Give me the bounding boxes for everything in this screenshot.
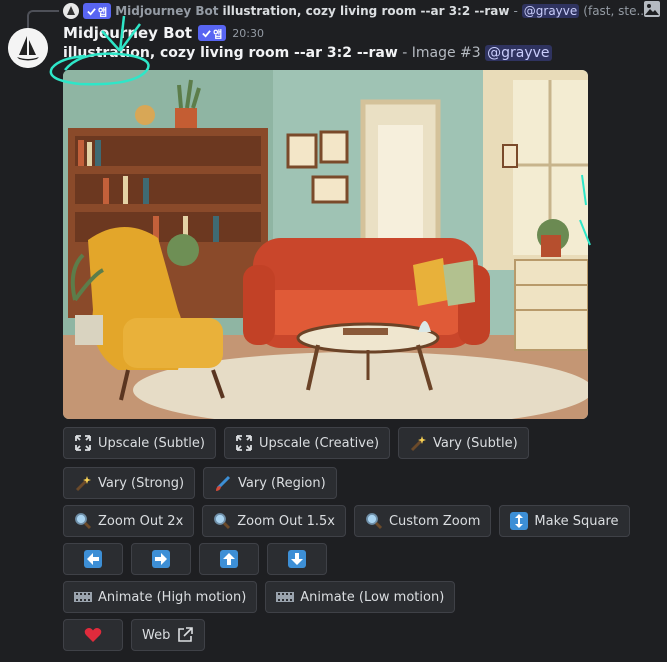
make-square-button[interactable]: Make Square [499, 505, 630, 537]
annotation-marks [579, 174, 591, 246]
message-content: illustration, cozy living room --ar 3:2 … [63, 45, 552, 61]
custom-zoom-button[interactable]: Custom Zoom [353, 505, 492, 537]
app-badge: 앱 [198, 25, 227, 41]
sailboat-logo-icon [8, 28, 48, 68]
reply-mention[interactable]: @grayve [521, 4, 580, 18]
animate-low-motion-button[interactable]: Animate (Low motion) [265, 581, 456, 613]
magic-wand-icon [410, 436, 427, 452]
reply-avatar [63, 3, 79, 19]
reply-app-badge: 앱 [83, 3, 112, 19]
arrow-down-icon [288, 550, 306, 568]
magnifier-icon [366, 513, 383, 530]
expand-icon [236, 435, 252, 451]
pan-up-button[interactable] [199, 543, 259, 575]
upscale-creative-button[interactable]: Upscale (Creative) [224, 427, 391, 459]
animate-high-motion-button[interactable]: Animate (High motion) [63, 581, 258, 613]
avatar[interactable] [8, 28, 48, 68]
arrow-up-down-icon [510, 512, 529, 530]
button-row-6: Web [63, 619, 206, 651]
arrow-right-icon [152, 550, 170, 568]
reply-preview[interactable]: 앱 Midjourney Bot illustration, cozy livi… [63, 2, 663, 20]
paintbrush-icon [216, 475, 231, 491]
zoom-out-1-5x-button[interactable]: Zoom Out 1.5x [202, 505, 346, 537]
film-strip-icon [276, 592, 295, 602]
arrow-left-icon [84, 550, 102, 568]
image-icon[interactable] [643, 0, 661, 18]
pan-right-button[interactable] [131, 543, 191, 575]
verified-check-icon [87, 7, 96, 16]
vary-region-button[interactable]: Vary (Region) [203, 467, 337, 499]
reply-separator: - [513, 4, 518, 18]
button-row-3: Zoom Out 2x Zoom Out 1.5x Custom Zoom Ma… [63, 505, 630, 537]
living-room-illustration [63, 70, 588, 419]
reply-bot-name[interactable]: Midjourney Bot [115, 4, 218, 18]
button-row-2: Vary (Strong) Vary (Region) [63, 467, 337, 499]
film-strip-icon [74, 592, 92, 602]
expand-icon [75, 435, 91, 451]
button-row-4 [63, 543, 327, 575]
image-label: - Image #3 [397, 45, 486, 61]
magic-wand-icon [75, 476, 91, 492]
arrow-up-icon [220, 550, 238, 568]
reply-connector [27, 10, 59, 28]
vary-strong-button[interactable]: Vary (Strong) [63, 467, 196, 499]
reply-prompt: illustration, cozy living room --ar 3:2 … [222, 4, 510, 18]
pan-down-button[interactable] [267, 543, 327, 575]
zoom-out-2x-button[interactable]: Zoom Out 2x [63, 505, 195, 537]
vary-subtle-button[interactable]: Vary (Subtle) [398, 427, 529, 459]
heart-icon [84, 628, 102, 642]
author-name[interactable]: Midjourney Bot [63, 24, 192, 42]
user-mention[interactable]: @grayve [485, 45, 552, 61]
button-row-5: Animate (High motion) Animate (Low motio… [63, 581, 456, 613]
prompt-text: illustration, cozy living room --ar 3:2 … [63, 45, 398, 61]
pan-left-button[interactable] [63, 543, 123, 575]
favorite-button[interactable] [63, 619, 123, 651]
verified-check-icon [202, 29, 211, 38]
upscale-subtle-button[interactable]: Upscale (Subtle) [63, 427, 216, 459]
magnifier-icon [214, 513, 231, 530]
magnifier-icon [75, 513, 92, 530]
message-header: Midjourney Bot 앱 20:30 [63, 24, 264, 42]
web-link-button[interactable]: Web [131, 619, 206, 651]
reply-tail: (fast, ste... [583, 4, 648, 18]
timestamp[interactable]: 20:30 [232, 27, 264, 40]
generated-image[interactable] [63, 70, 588, 419]
external-link-icon [178, 627, 194, 642]
button-row-1: Upscale (Subtle) Upscale (Creative) Vary… [63, 427, 529, 459]
